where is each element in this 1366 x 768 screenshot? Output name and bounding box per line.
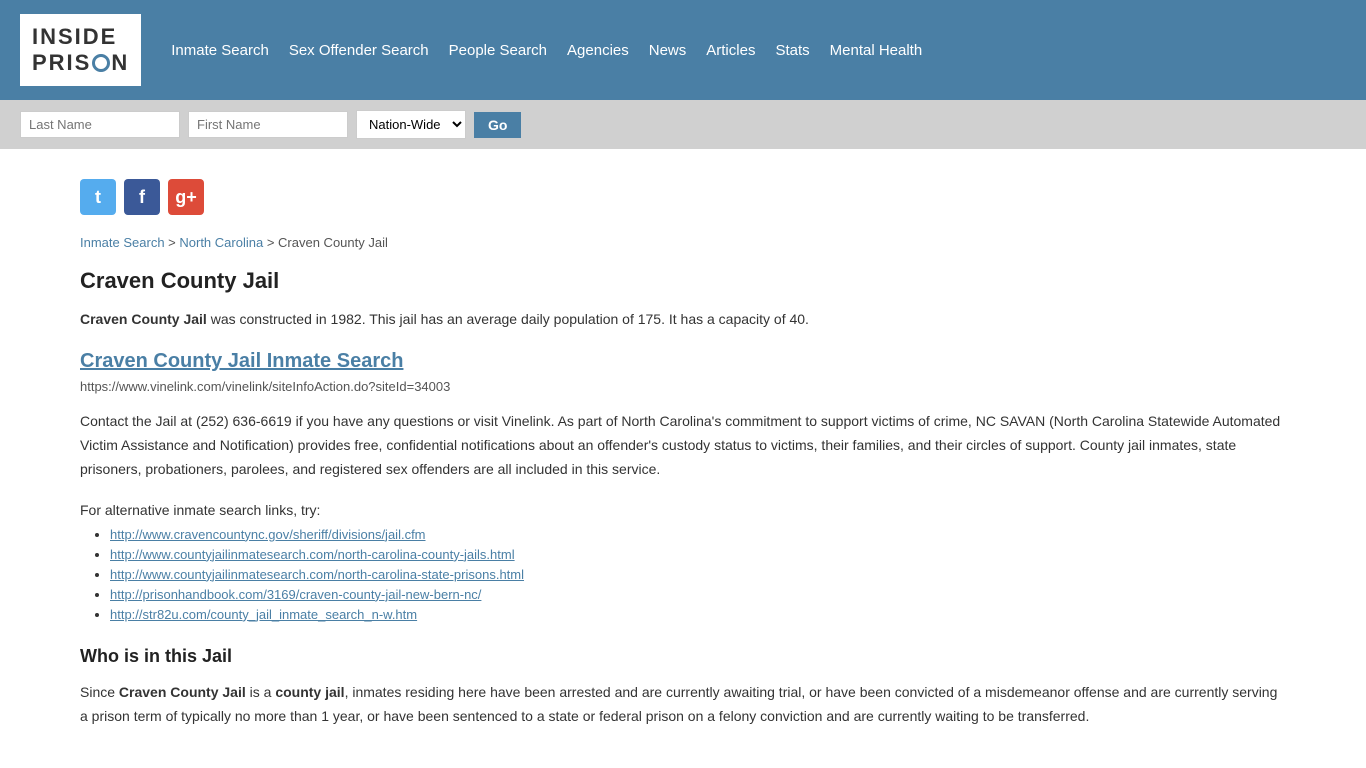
alt-link-3[interactable]: http://www.countyjailinmatesearch.com/no…	[110, 567, 524, 582]
alt-link-1[interactable]: http://www.cravencountync.gov/sheriff/di…	[110, 527, 426, 542]
page-title: Craven County Jail	[80, 268, 1286, 294]
logo-inside-text: INSIDE	[32, 24, 129, 50]
alt-link-4[interactable]: http://prisonhandbook.com/3169/craven-co…	[110, 587, 481, 602]
logo-prison-text: PRISN	[32, 50, 129, 76]
facebook-icon: f	[139, 187, 145, 208]
list-item: http://str82u.com/county_jail_inmate_sea…	[110, 606, 1286, 622]
nav-stats[interactable]: Stats	[775, 42, 809, 59]
alt-link-2[interactable]: http://www.countyjailinmatesearch.com/no…	[110, 547, 515, 562]
twitter-icon: t	[95, 187, 101, 208]
nav-inmate-search[interactable]: Inmate Search	[171, 42, 269, 59]
facility-name-who: Craven County Jail	[119, 684, 246, 700]
facebook-share-button[interactable]: f	[124, 179, 160, 215]
main-content: t f g+ Inmate Search > North Carolina > …	[0, 149, 1366, 768]
site-header: INSIDE PRISN Inmate Search Sex Offender …	[0, 0, 1366, 100]
inmate-search-link[interactable]: Craven County Jail Inmate Search	[80, 350, 1286, 373]
description-rest: was constructed in 1982. This jail has a…	[207, 311, 809, 327]
inmate-search-url: https://www.vinelink.com/vinelink/siteIn…	[80, 379, 1286, 394]
nav-mental-health[interactable]: Mental Health	[830, 42, 923, 59]
list-item: http://www.countyjailinmatesearch.com/no…	[110, 566, 1286, 582]
nav-articles[interactable]: Articles	[706, 42, 755, 59]
list-item: http://prisonhandbook.com/3169/craven-co…	[110, 586, 1286, 602]
nav-people-search[interactable]: People Search	[449, 42, 547, 59]
go-button[interactable]: Go	[474, 112, 521, 138]
social-share-buttons: t f g+	[80, 179, 1286, 215]
nav-agencies[interactable]: Agencies	[567, 42, 629, 59]
alt-link-5[interactable]: http://str82u.com/county_jail_inmate_sea…	[110, 607, 417, 622]
facility-name-bold: Craven County Jail	[80, 311, 207, 327]
main-nav: Inmate Search Sex Offender Search People…	[171, 42, 922, 59]
search-bar: Nation-Wide Go	[0, 100, 1366, 149]
first-name-input[interactable]	[188, 111, 348, 138]
county-jail-bold: county jail	[275, 684, 344, 700]
facility-description: Craven County Jail was constructed in 19…	[80, 308, 1286, 330]
alt-links-intro: For alternative inmate search links, try…	[80, 502, 1286, 518]
breadcrumb-north-carolina[interactable]: North Carolina	[179, 235, 263, 250]
gplus-icon: g+	[175, 187, 197, 208]
nav-news[interactable]: News	[649, 42, 687, 59]
breadcrumb: Inmate Search > North Carolina > Craven …	[80, 235, 1286, 250]
logo-o-icon	[92, 54, 110, 72]
list-item: http://www.countyjailinmatesearch.com/no…	[110, 546, 1286, 562]
alt-links-list: http://www.cravencountync.gov/sheriff/di…	[80, 526, 1286, 622]
site-logo[interactable]: INSIDE PRISN	[20, 14, 141, 86]
location-select[interactable]: Nation-Wide	[356, 110, 466, 139]
contact-text: Contact the Jail at (252) 636-6619 if yo…	[80, 410, 1286, 481]
breadcrumb-current: Craven County Jail	[278, 235, 388, 250]
twitter-share-button[interactable]: t	[80, 179, 116, 215]
list-item: http://www.cravencountync.gov/sheriff/di…	[110, 526, 1286, 542]
nav-sex-offender-search[interactable]: Sex Offender Search	[289, 42, 429, 59]
gplus-share-button[interactable]: g+	[168, 179, 204, 215]
who-is-in-jail-heading: Who is in this Jail	[80, 646, 1286, 667]
who-text: Since Craven County Jail is a county jai…	[80, 681, 1286, 729]
breadcrumb-inmate-search[interactable]: Inmate Search	[80, 235, 165, 250]
last-name-input[interactable]	[20, 111, 180, 138]
